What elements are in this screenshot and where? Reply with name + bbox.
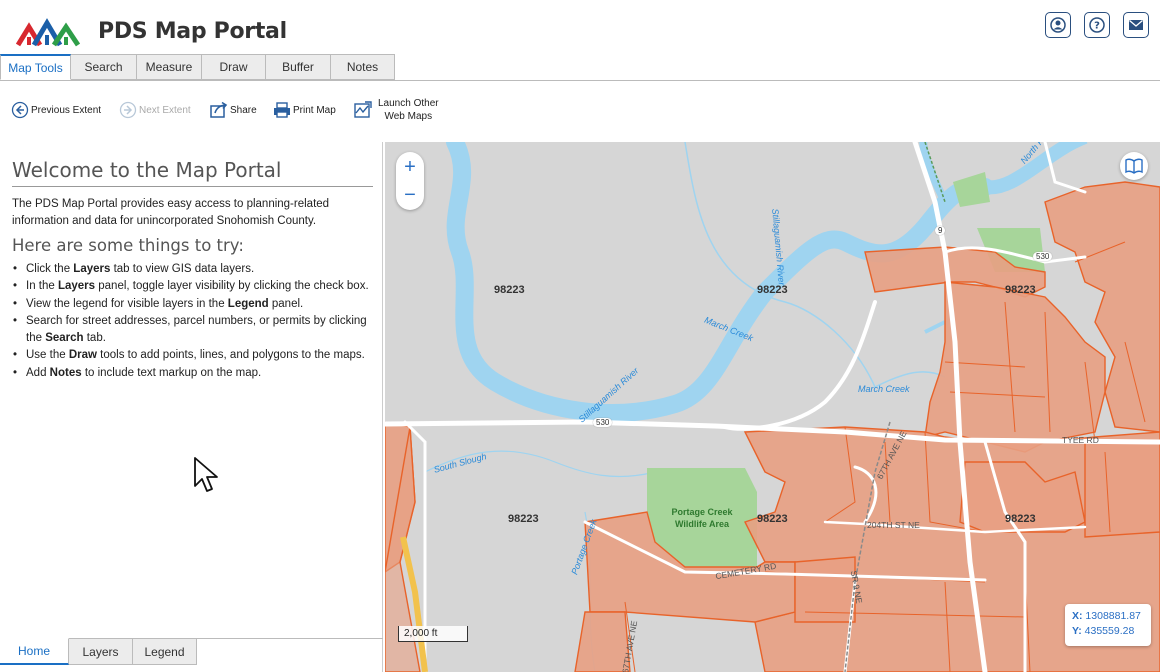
list-item: Search for street addresses, parcel numb…	[12, 313, 378, 348]
share-label: Share	[230, 104, 257, 116]
user-button[interactable]	[1045, 12, 1071, 38]
back-arrow-icon	[11, 101, 29, 119]
pds-logo-icon	[16, 18, 81, 47]
list-item: In the Layers panel, toggle layer visibi…	[12, 278, 378, 296]
try-title: Here are some things to try:	[12, 236, 244, 255]
list-item: Add Notes to include text markup on the …	[12, 365, 378, 383]
zoom-in-button[interactable]: +	[396, 153, 424, 181]
coordinate-readout: X: 1308881.87 Y: 435559.28	[1065, 604, 1151, 646]
tab-legend[interactable]: Legend	[133, 638, 197, 665]
zoom-control: + −	[396, 152, 424, 210]
welcome-divider	[12, 186, 373, 187]
list-item: Click the Layers tab to view GIS data la…	[12, 261, 378, 279]
next-extent-label: Next Extent	[139, 104, 191, 116]
map-launch-icon	[354, 101, 372, 119]
next-extent-button[interactable]: Next Extent	[119, 101, 191, 119]
route-shield: 530	[593, 418, 613, 427]
share-button[interactable]: Share	[210, 101, 257, 119]
tab-search[interactable]: Search	[71, 54, 137, 80]
main-tabs: Map Tools Search Measure Draw Buffer Not…	[0, 54, 395, 81]
home-panel: Welcome to the Map Portal The PDS Map Po…	[0, 142, 383, 672]
zip-label: 98223	[494, 284, 525, 296]
welcome-title: Welcome to the Map Portal	[12, 158, 282, 182]
zoom-out-button[interactable]: −	[396, 181, 424, 209]
zip-label: 98223	[508, 513, 539, 525]
tab-draw[interactable]: Draw	[202, 54, 266, 80]
user-icon	[1050, 17, 1066, 33]
launch-web-maps-button[interactable]: Launch Other Web Maps	[354, 97, 439, 123]
map-toolbar: Previous Extent Next Extent Share Print …	[0, 81, 1160, 142]
list-item: View the legend for visible layers in th…	[12, 296, 378, 314]
tab-layers[interactable]: Layers	[69, 638, 133, 665]
zip-label: 98223	[757, 513, 788, 525]
zip-label: 98223	[1005, 513, 1036, 525]
app-title: PDS Map Portal	[98, 19, 287, 44]
creek-label: March Creek	[858, 384, 910, 394]
tab-notes[interactable]: Notes	[331, 54, 395, 80]
tab-map-tools[interactable]: Map Tools	[0, 54, 71, 80]
scale-bar: 2,000 ft	[398, 626, 468, 642]
print-map-button[interactable]: Print Map	[273, 101, 336, 119]
tab-home[interactable]: Home	[0, 638, 69, 665]
previous-extent-label: Previous Extent	[31, 104, 102, 116]
help-icon: ?	[1089, 17, 1105, 33]
road-label: 204TH ST NE	[867, 520, 920, 530]
zip-label: 98223	[1005, 284, 1036, 296]
road-label: TYEE RD	[1062, 435, 1099, 445]
mail-button[interactable]	[1123, 12, 1149, 38]
bookmarks-button[interactable]	[1120, 152, 1148, 180]
forward-arrow-icon	[119, 101, 137, 119]
book-icon	[1125, 158, 1143, 174]
previous-extent-button[interactable]: Previous Extent	[11, 101, 101, 119]
map-view[interactable]: 98223 98223 98223 98223 98223 98223 Stil…	[385, 142, 1160, 672]
zip-label: 98223	[757, 284, 788, 296]
park-label: Portage Creek Wildlife Area	[671, 507, 733, 529]
svg-text:?: ?	[1094, 21, 1100, 32]
tips-list: Click the Layers tab to view GIS data la…	[12, 261, 378, 382]
print-map-label: Print Map	[293, 104, 336, 116]
help-button[interactable]: ?	[1084, 12, 1110, 38]
mail-icon	[1129, 20, 1143, 30]
printer-icon	[273, 101, 291, 119]
tab-measure[interactable]: Measure	[137, 54, 202, 80]
route-shield: 530	[1033, 252, 1053, 261]
bottom-tabs: Home Layers Legend	[0, 638, 197, 666]
intro-text: The PDS Map Portal provides easy access …	[12, 198, 330, 227]
tab-buffer[interactable]: Buffer	[266, 54, 331, 80]
launch-web-maps-label: Launch Other Web Maps	[378, 98, 439, 122]
mouse-cursor-icon	[194, 457, 218, 492]
app-header: PDS Map Portal ?	[0, 0, 1160, 54]
list-item: Use the Draw tools to add points, lines,…	[12, 347, 378, 365]
share-icon	[210, 101, 228, 119]
